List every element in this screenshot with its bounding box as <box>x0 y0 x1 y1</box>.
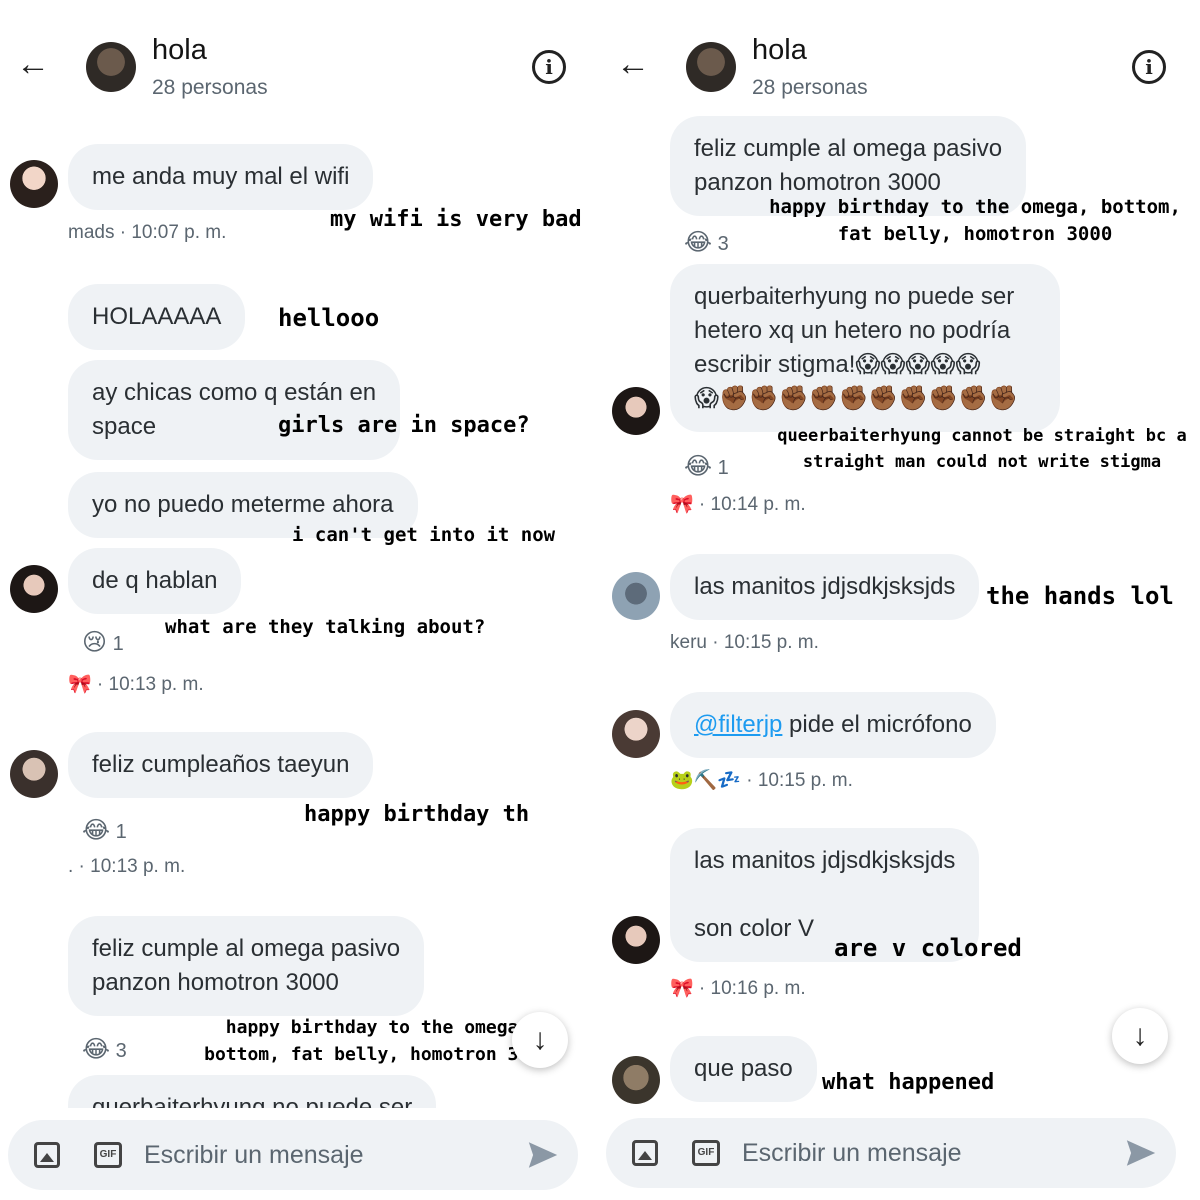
translation-caption: what happened <box>822 1070 995 1095</box>
translation-caption: the hands lol <box>986 582 1174 610</box>
message-bubble[interactable]: me anda muy mal el wifi <box>68 144 374 210</box>
avatar[interactable] <box>10 750 58 798</box>
send-icon[interactable] <box>1124 1136 1158 1170</box>
group-avatar[interactable] <box>686 42 736 92</box>
message-input[interactable] <box>144 1134 504 1176</box>
message-bubble[interactable]: las manitos jdjsdkjsksjds <box>670 554 980 620</box>
left-conversation-panel: ← hola 28 personas i me anda muy mal el … <box>0 0 600 1200</box>
conversation-header: ← hola 28 personas i <box>0 0 600 110</box>
message-text: pide el micrófono <box>782 711 972 738</box>
message-meta: keru · 10:15 p. m. <box>670 632 819 653</box>
reaction-badge[interactable]: 😂 3 <box>82 1035 127 1064</box>
reaction-badge[interactable]: 😂 1 <box>684 452 729 481</box>
group-title: hola <box>152 34 207 66</box>
translation-caption: are v colored <box>834 934 1022 962</box>
message-input[interactable] <box>742 1132 1102 1174</box>
reaction-count: 1 <box>115 821 127 843</box>
message-bubble[interactable]: ay chicas como q están en space <box>68 360 401 460</box>
laughing-face-icon: 😂 <box>82 1036 111 1063</box>
mention-link[interactable]: @filterjp <box>694 711 782 738</box>
reaction-count: 1 <box>717 457 729 479</box>
translation-caption: queerbaiterhyung cannot be straight bc a… <box>777 426 1187 472</box>
reaction-count: 1 <box>112 633 124 655</box>
reaction-badge[interactable]: 😢 1 <box>82 628 124 657</box>
message-bubble[interactable]: de q hablan <box>68 548 242 614</box>
avatar[interactable] <box>612 1056 660 1104</box>
message-meta: . · 10:13 p. m. <box>68 856 186 877</box>
member-count: 28 personas <box>752 76 868 99</box>
reaction-count: 3 <box>717 233 729 255</box>
group-title: hola <box>752 34 807 66</box>
translation-caption: happy birthday to the omega, bottom, fat… <box>204 1017 551 1065</box>
message-list[interactable]: feliz cumple al omega pasivo panzon homo… <box>600 110 1200 1108</box>
arrow-down-icon[interactable]: ↓ <box>512 1012 568 1068</box>
message-meta: 🐸⛏️💤 · 10:15 p. m. <box>670 770 853 791</box>
info-icon[interactable]: i <box>532 50 566 84</box>
message-bubble[interactable]: feliz cumple al omega pasivo panzon homo… <box>68 916 425 1016</box>
group-avatar[interactable] <box>86 42 136 92</box>
translation-caption: hellooo <box>278 304 380 332</box>
image-icon[interactable] <box>34 1142 60 1168</box>
message-bubble[interactable]: querbaiterhyung no puede ser <box>68 1075 437 1108</box>
translation-caption: girls are in space? <box>278 413 530 438</box>
translation-caption: what are they talking about? <box>165 616 486 638</box>
avatar[interactable] <box>10 160 58 208</box>
message-meta: 🎀 · 10:14 p. m. <box>670 494 806 515</box>
laughing-face-icon: 😂 <box>82 817 111 844</box>
message-bubble[interactable]: feliz cumpleaños taeyun <box>68 732 374 798</box>
avatar[interactable] <box>10 565 58 613</box>
avatar[interactable] <box>612 916 660 964</box>
avatar[interactable] <box>612 387 660 435</box>
back-arrow-icon[interactable]: ← <box>616 46 652 82</box>
message-composer: GIF <box>8 1120 578 1190</box>
message-meta: mads · 10:07 p. m. <box>68 222 227 243</box>
reaction-badge[interactable]: 😂 3 <box>684 228 729 257</box>
crying-face-icon: 😢 <box>82 629 108 656</box>
reaction-badge[interactable]: 😂 1 <box>82 816 127 845</box>
message-composer: GIF <box>606 1118 1176 1188</box>
message-bubble[interactable]: que paso <box>670 1036 817 1102</box>
message-meta: 🎀 · 10:13 p. m. <box>68 674 204 695</box>
message-bubble[interactable]: querbaiterhyung no puede ser hetero xq u… <box>670 264 1060 432</box>
info-icon[interactable]: i <box>1132 50 1166 84</box>
laughing-face-icon: 😂 <box>684 229 713 256</box>
message-meta: 🎀 · 10:16 p. m. <box>670 978 806 999</box>
translation-caption: i can't get into it now <box>292 524 556 546</box>
image-icon[interactable] <box>632 1140 658 1166</box>
translation-caption: happy birthday th <box>304 802 530 827</box>
avatar[interactable] <box>612 572 660 620</box>
message-bubble[interactable]: @filterjp pide el micrófono <box>670 692 996 758</box>
translation-caption: happy birthday to the omega, bottom, fat… <box>769 196 1181 245</box>
member-count: 28 personas <box>152 76 268 99</box>
reaction-count: 3 <box>115 1040 127 1062</box>
laughing-face-icon: 😂 <box>684 453 713 480</box>
translation-caption: my wifi is very bad <box>330 207 582 232</box>
gif-icon[interactable]: GIF <box>94 1142 122 1168</box>
send-icon[interactable] <box>526 1138 560 1172</box>
back-arrow-icon[interactable]: ← <box>16 46 52 82</box>
conversation-header: ← hola 28 personas i <box>600 0 1200 110</box>
message-bubble[interactable]: HOLAAAAA <box>68 284 246 350</box>
message-list[interactable]: me anda muy mal el wifi my wifi is very … <box>0 110 600 1108</box>
avatar[interactable] <box>612 710 660 758</box>
arrow-down-icon[interactable]: ↓ <box>1112 1008 1168 1064</box>
gif-icon[interactable]: GIF <box>692 1140 720 1166</box>
right-conversation-panel: ← hola 28 personas i feliz cumple al ome… <box>600 0 1200 1200</box>
